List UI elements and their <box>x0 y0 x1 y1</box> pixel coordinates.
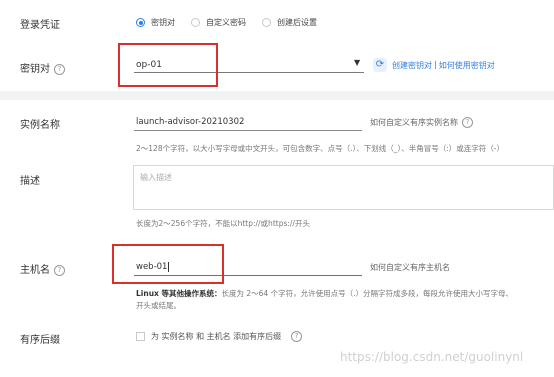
instance-name-label: 实例名称 <box>20 120 60 131</box>
hostname-help[interactable]: 如何自定义有序主机名 <box>370 262 450 273</box>
help-icon[interactable]: ? <box>54 63 65 75</box>
instance-name-underline <box>134 130 362 131</box>
credential-radio-group: 密钥对 自定义密码 创建后设置 <box>136 17 317 28</box>
keypair-label-text: 密钥对 <box>20 64 50 75</box>
create-keypair-link[interactable]: 创建密钥对 <box>392 60 432 71</box>
keypair-links: 创建密钥对 | 如何使用密钥对 <box>392 60 495 71</box>
hostname-hint-text: 长度为 2～64 个字符，允许使用点号（.）分隔字符成多段，每段允许使用大小写字… <box>221 289 513 298</box>
radio-set-later[interactable]: 创建后设置 <box>262 17 317 28</box>
instance-name-hint: 2～128个字符，以大小写字母或中文开头，可包含数字、点号（.）、下划线（_）、… <box>136 144 504 153</box>
keypair-label: 密钥对? <box>20 60 65 75</box>
description-hint: 长度为2～256个字符，不能以http://或https://开头 <box>136 219 310 228</box>
hostname-hint-line2: 开头或结尾。 <box>136 301 181 310</box>
radio-unchecked-icon <box>262 18 271 27</box>
help-icon[interactable]: ? <box>54 264 65 276</box>
refresh-icon[interactable]: ⟳ <box>373 58 387 72</box>
radio-keypair[interactable]: 密钥对 <box>136 17 175 28</box>
description-textarea[interactable]: 输入描述 <box>133 165 554 210</box>
instance-name-input[interactable]: launch-advisor-20210302 <box>136 117 244 127</box>
hostname-label: 主机名? <box>20 261 65 276</box>
hostname-label-text: 主机名 <box>20 265 50 276</box>
hostname-hint-bold: Linux 等其他操作系统： <box>136 289 222 298</box>
suffix-label: 有序后缀 <box>20 335 60 346</box>
description-label: 描述 <box>20 176 40 187</box>
radio-checked-icon <box>136 18 145 27</box>
howto-keypair-link[interactable]: 如何使用密钥对 <box>439 60 495 71</box>
instance-name-help-text: 如何自定义有序实例名称 <box>370 118 458 127</box>
radio-custom-password[interactable]: 自定义密码 <box>191 17 246 28</box>
section-separator <box>0 91 554 100</box>
chevron-down-icon[interactable]: ▼ <box>354 58 360 67</box>
hostname-hint: Linux 等其他操作系统：长度为 2～64 个字符，允许使用点号（.）分隔字符… <box>136 288 554 299</box>
checkbox-icon[interactable] <box>136 332 145 341</box>
radio-set-later-label: 创建后设置 <box>277 18 317 27</box>
watermark: https://blog.csdn.net/guolinynl <box>340 350 524 364</box>
highlight-box-keypair <box>118 43 218 87</box>
instance-name-help[interactable]: 如何自定义有序实例名称? <box>370 117 473 128</box>
description-placeholder: 输入描述 <box>140 173 172 182</box>
suffix-checkbox-row[interactable]: 为 实例名称 和 主机名 添加有序后缀 ? <box>136 331 303 342</box>
help-icon: ? <box>462 117 473 128</box>
help-icon[interactable]: ? <box>291 331 303 342</box>
credential-label: 登录凭证 <box>20 20 60 31</box>
radio-unchecked-icon <box>191 18 200 27</box>
radio-keypair-label: 密钥对 <box>151 18 175 27</box>
radio-custom-password-label: 自定义密码 <box>206 18 246 27</box>
highlight-box-hostname <box>112 244 224 284</box>
suffix-checkbox-label: 为 实例名称 和 主机名 添加有序后缀 <box>151 332 282 341</box>
link-divider: | <box>434 60 437 69</box>
